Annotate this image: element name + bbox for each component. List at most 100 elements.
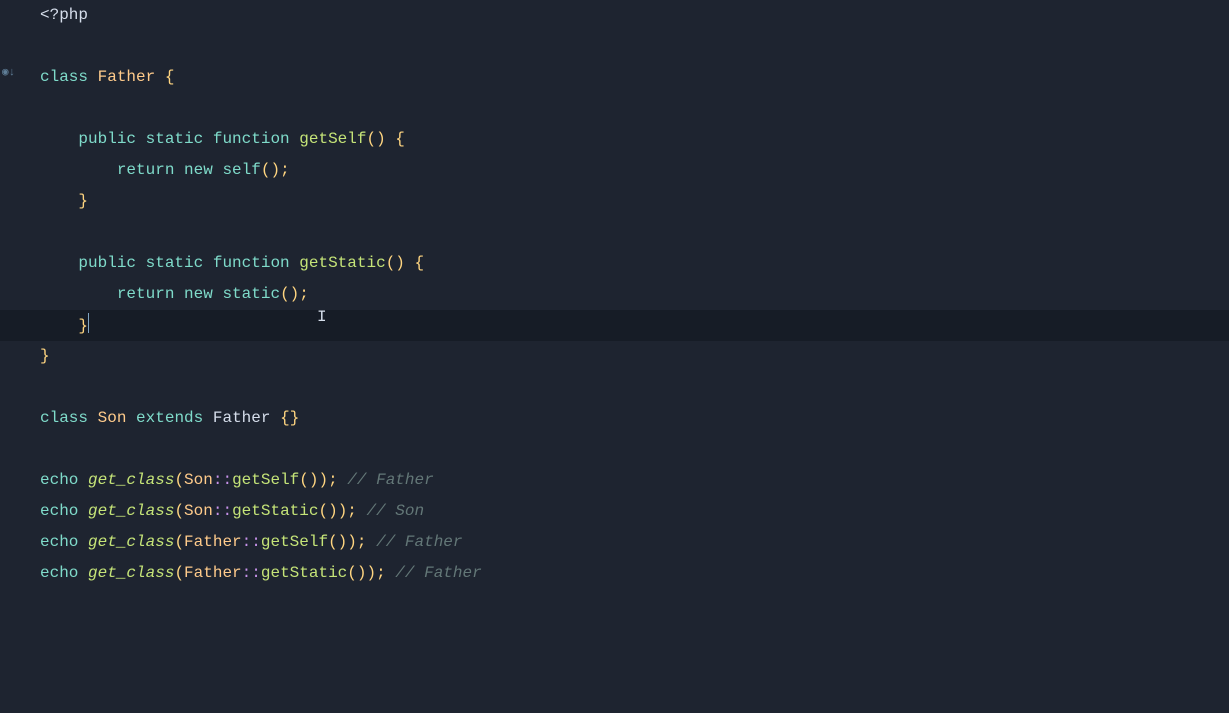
- line-content: }: [40, 317, 89, 335]
- token: Son: [184, 502, 213, 520]
- token: (: [174, 533, 184, 551]
- code-line[interactable]: return new static();: [40, 279, 1229, 310]
- code-line[interactable]: }: [40, 341, 1229, 372]
- token: ::: [242, 564, 261, 582]
- code-line[interactable]: [40, 372, 1229, 403]
- token: echo: [40, 502, 78, 520]
- code-editor[interactable]: ◉↓ <?php class Father { public static fun…: [0, 0, 1229, 589]
- line-content: echo get_class(Father::getStatic()); // …: [40, 564, 482, 582]
- token: [366, 533, 376, 551]
- token: [290, 254, 300, 272]
- code-content[interactable]: <?php class Father { public static functi…: [40, 0, 1229, 589]
- line-content: public static function getStatic() {: [40, 254, 424, 272]
- token: ());: [299, 471, 337, 489]
- code-line[interactable]: [40, 217, 1229, 248]
- token: function: [213, 254, 290, 272]
- token: // Father: [395, 564, 481, 582]
- token: {: [165, 68, 175, 86]
- token: Father: [98, 68, 156, 86]
- token: [174, 161, 184, 179]
- token: [136, 130, 146, 148]
- token: getSelf: [261, 533, 328, 551]
- token: Son: [98, 409, 127, 427]
- token: [88, 409, 98, 427]
- code-line[interactable]: public static function getStatic() {: [40, 248, 1229, 279]
- token: [213, 285, 223, 303]
- token: // Son: [367, 502, 425, 520]
- token: [338, 471, 348, 489]
- code-line[interactable]: [40, 93, 1229, 124]
- token: new: [184, 285, 213, 303]
- token: echo: [40, 564, 78, 582]
- code-line[interactable]: }: [40, 310, 1229, 341]
- token: [88, 68, 98, 86]
- token: // Father: [347, 471, 433, 489]
- token: [78, 564, 88, 582]
- code-line[interactable]: }: [40, 186, 1229, 217]
- token: [136, 254, 146, 272]
- token: Father: [184, 533, 242, 551]
- implementations-icon[interactable]: ◉↓: [2, 63, 16, 77]
- token: get_class: [88, 471, 174, 489]
- token: getStatic: [232, 502, 318, 520]
- token: }: [78, 192, 88, 210]
- token: [126, 409, 136, 427]
- token: function: [213, 130, 290, 148]
- token: ());: [347, 564, 385, 582]
- token: // Father: [376, 533, 462, 551]
- caret: [88, 313, 89, 333]
- token: [203, 130, 213, 148]
- line-content: class Father {: [40, 68, 174, 86]
- token: Father: [213, 409, 271, 427]
- token: static: [146, 130, 204, 148]
- token: (): [366, 130, 385, 148]
- token: [203, 409, 213, 427]
- token: Father: [184, 564, 242, 582]
- token: static: [146, 254, 204, 272]
- code-line[interactable]: [40, 31, 1229, 62]
- code-line[interactable]: return new self();: [40, 155, 1229, 186]
- line-content: echo get_class(Father::getSelf()); // Fa…: [40, 533, 463, 551]
- line-content: public static function getSelf() {: [40, 130, 405, 148]
- token: [357, 502, 367, 520]
- token: {: [395, 130, 405, 148]
- token: [78, 533, 88, 551]
- line-content: class Son extends Father {}: [40, 409, 299, 427]
- code-line[interactable]: class Son extends Father {}: [40, 403, 1229, 434]
- token: self: [222, 161, 260, 179]
- token: (): [386, 254, 405, 272]
- code-line[interactable]: public static function getSelf() {: [40, 124, 1229, 155]
- token: [386, 564, 396, 582]
- token: [270, 409, 280, 427]
- token: [174, 285, 184, 303]
- code-line[interactable]: <?php: [40, 0, 1229, 31]
- code-line[interactable]: class Father {: [40, 62, 1229, 93]
- token: new: [184, 161, 213, 179]
- token: echo: [40, 533, 78, 551]
- line-content: }: [40, 347, 50, 365]
- gutter: ◉↓: [0, 0, 20, 589]
- code-line[interactable]: echo get_class(Son::getStatic()); // Son: [40, 496, 1229, 527]
- token: {}: [280, 409, 299, 427]
- token: [78, 502, 88, 520]
- token: ::: [242, 533, 261, 551]
- code-line[interactable]: [40, 434, 1229, 465]
- token: getStatic: [299, 254, 385, 272]
- token: [155, 68, 165, 86]
- line-content: echo get_class(Son::getStatic()); // Son: [40, 502, 424, 520]
- token: get_class: [88, 533, 174, 551]
- token: public: [78, 254, 136, 272]
- code-line[interactable]: echo get_class(Son::getSelf()); // Fathe…: [40, 465, 1229, 496]
- line-content: echo get_class(Son::getSelf()); // Fathe…: [40, 471, 434, 489]
- token: ::: [213, 471, 232, 489]
- code-line[interactable]: echo get_class(Father::getSelf()); // Fa…: [40, 527, 1229, 558]
- token: [386, 130, 396, 148]
- token: ();: [261, 161, 290, 179]
- token: (: [174, 502, 184, 520]
- token: class: [40, 409, 88, 427]
- code-line[interactable]: echo get_class(Father::getStatic()); // …: [40, 558, 1229, 589]
- token: ();: [280, 285, 309, 303]
- token: [405, 254, 415, 272]
- token: static: [222, 285, 280, 303]
- token: [78, 471, 88, 489]
